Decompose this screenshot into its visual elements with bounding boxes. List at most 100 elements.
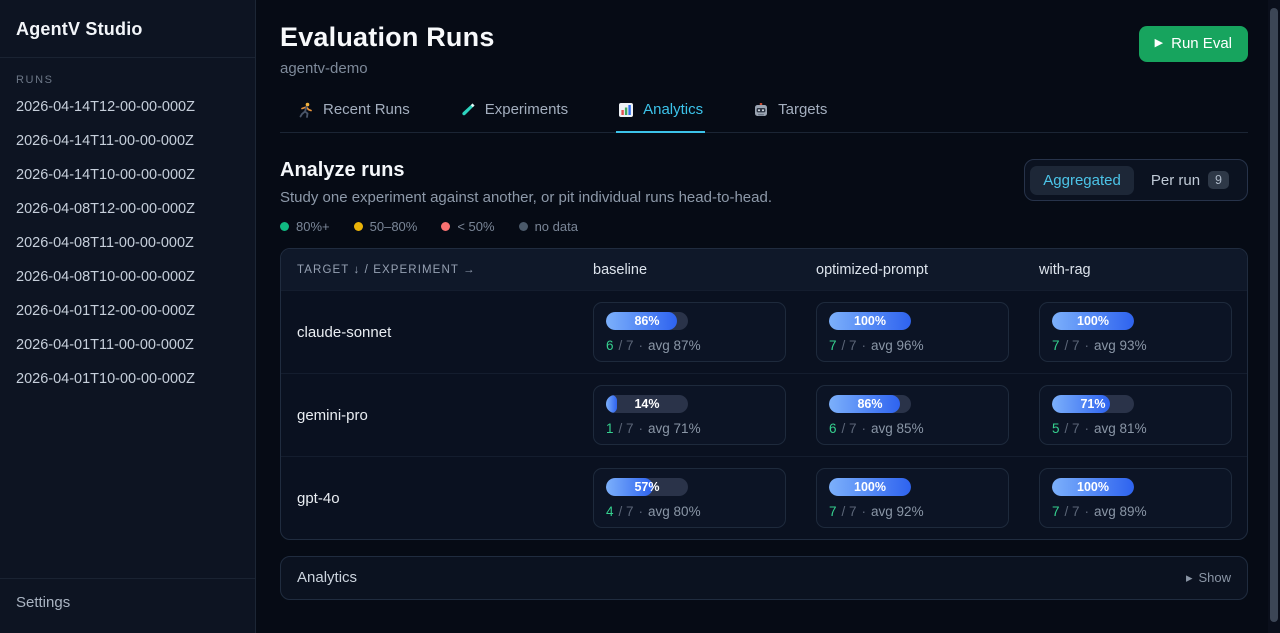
matrix-cell[interactable]: 100% 7 / 7 · avg 89% xyxy=(1039,468,1232,528)
legend-label: 50–80% xyxy=(370,219,418,234)
tab-label: Analytics xyxy=(643,101,703,118)
legend-dot-gray xyxy=(519,222,528,231)
cell-stats: 6 / 7 · avg 87% xyxy=(606,338,773,353)
avg-score: avg 92% xyxy=(871,504,924,519)
settings-link[interactable]: Settings xyxy=(0,578,255,633)
play-icon: ▶ xyxy=(1155,38,1163,49)
pass-rate-pill: 100% xyxy=(1052,312,1134,330)
pass-rate-pill: 71% xyxy=(1052,395,1134,413)
run-list-item[interactable]: 2026-04-08T10-00-00-000Z xyxy=(0,260,255,294)
total-count: / 7 xyxy=(1065,504,1080,519)
per-run-count-badge: 9 xyxy=(1208,171,1229,189)
legend-label: < 50% xyxy=(457,219,494,234)
matrix-cell[interactable]: 100% 7 / 7 · avg 92% xyxy=(816,468,1009,528)
target-label: gpt-4o xyxy=(297,490,593,507)
legend-label: 80%+ xyxy=(296,219,330,234)
analytics-panel: Analytics ▸ Show xyxy=(280,556,1248,600)
test-tube-icon xyxy=(460,102,476,118)
chevron-right-icon: ▸ xyxy=(1186,570,1193,586)
tab-label: Targets xyxy=(778,101,827,118)
matrix-cell[interactable]: 57% 4 / 7 · avg 80% xyxy=(593,468,786,528)
passed-count: 6 xyxy=(606,338,614,353)
total-count: / 7 xyxy=(842,338,857,353)
pass-rate-label: 86% xyxy=(606,312,688,330)
tab-bar: Recent Runs Experiments Analytics xyxy=(280,101,1248,133)
legend-item: 50–80% xyxy=(354,219,418,234)
matrix-cell[interactable]: 14% 1 / 7 · avg 71% xyxy=(593,385,786,445)
show-analytics-button[interactable]: ▸ Show xyxy=(1186,570,1231,586)
avg-score: avg 81% xyxy=(1094,421,1147,436)
pass-rate-label: 71% xyxy=(1052,395,1134,413)
matrix-header-row: TARGET ↓ / EXPERIMENT → baseline optimiz… xyxy=(281,249,1247,290)
separator: · xyxy=(639,421,644,436)
target-label: gemini-pro xyxy=(297,407,593,424)
tab-experiments[interactable]: Experiments xyxy=(458,101,570,133)
passed-count: 7 xyxy=(1052,338,1060,353)
run-list-item[interactable]: 2026-04-08T12-00-00-000Z xyxy=(0,192,255,226)
tab-label: Recent Runs xyxy=(323,101,410,118)
robot-icon xyxy=(753,102,769,118)
bar-chart-icon xyxy=(618,102,634,118)
matrix-target-row: claude-sonnet 86% 6 / 7 · avg 87% 100% xyxy=(281,290,1247,373)
pass-rate-pill: 14% xyxy=(606,395,688,413)
scrollbar-track[interactable] xyxy=(1268,0,1280,633)
run-list-item[interactable]: 2026-04-14T10-00-00-000Z xyxy=(0,158,255,192)
avg-score: avg 80% xyxy=(648,504,701,519)
avg-score: avg 87% xyxy=(648,338,701,353)
matrix-cell[interactable]: 86% 6 / 7 · avg 87% xyxy=(593,302,786,362)
run-list-item[interactable]: 2026-04-01T12-00-00-000Z xyxy=(0,294,255,328)
main-content: Evaluation Runs agentv-demo ▶ Run Eval R… xyxy=(256,0,1280,633)
run-list-item[interactable]: 2026-04-14T12-00-00-000Z xyxy=(0,90,255,124)
cell-stats: 7 / 7 · avg 96% xyxy=(829,338,996,353)
app-title: AgentV Studio xyxy=(0,0,255,58)
matrix-cell[interactable]: 100% 7 / 7 · avg 96% xyxy=(816,302,1009,362)
total-count: / 7 xyxy=(619,338,634,353)
tab-recent-runs[interactable]: Recent Runs xyxy=(296,101,412,133)
toggle-per-run[interactable]: Per run 9 xyxy=(1138,165,1242,195)
matrix-target-row: gemini-pro 14% 1 / 7 · avg 71% 86% xyxy=(281,373,1247,456)
cell-stats: 7 / 7 · avg 93% xyxy=(1052,338,1219,353)
passed-count: 7 xyxy=(1052,504,1060,519)
passed-count: 5 xyxy=(1052,421,1060,436)
tab-targets[interactable]: Targets xyxy=(751,101,829,133)
matrix-cell[interactable]: 71% 5 / 7 · avg 81% xyxy=(1039,385,1232,445)
run-list-item[interactable]: 2026-04-14T11-00-00-000Z xyxy=(0,124,255,158)
separator: · xyxy=(1085,338,1090,353)
toggle-aggregated[interactable]: Aggregated xyxy=(1030,166,1134,195)
passed-count: 6 xyxy=(829,421,837,436)
run-list-item[interactable]: 2026-04-01T10-00-00-000Z xyxy=(0,362,255,396)
results-matrix: TARGET ↓ / EXPERIMENT → baseline optimiz… xyxy=(280,248,1248,540)
scrollbar-thumb[interactable] xyxy=(1270,8,1278,622)
legend-dot-red xyxy=(441,222,450,231)
show-label: Show xyxy=(1198,570,1231,585)
total-count: / 7 xyxy=(619,504,634,519)
separator: · xyxy=(1085,421,1090,436)
passed-count: 1 xyxy=(606,421,614,436)
matrix-cell[interactable]: 100% 7 / 7 · avg 93% xyxy=(1039,302,1232,362)
legend-item: no data xyxy=(519,219,578,234)
run-eval-button[interactable]: ▶ Run Eval xyxy=(1139,26,1248,62)
pass-rate-label: 100% xyxy=(829,478,911,496)
tab-analytics[interactable]: Analytics xyxy=(616,101,705,133)
pass-rate-legend: 80%+ 50–80% < 50% no data xyxy=(280,219,1248,234)
view-mode-toggle: Aggregated Per run 9 xyxy=(1024,159,1248,201)
total-count: / 7 xyxy=(619,421,634,436)
passed-count: 7 xyxy=(829,338,837,353)
run-list-item[interactable]: 2026-04-01T11-00-00-000Z xyxy=(0,328,255,362)
total-count: / 7 xyxy=(842,421,857,436)
avg-score: avg 96% xyxy=(871,338,924,353)
pass-rate-pill: 100% xyxy=(829,478,911,496)
matrix-cell[interactable]: 86% 6 / 7 · avg 85% xyxy=(816,385,1009,445)
analytics-panel-title: Analytics xyxy=(297,569,357,586)
separator: · xyxy=(862,338,867,353)
experiment-column-header: with-rag xyxy=(1039,262,1231,278)
experiment-column-header: optimized-prompt xyxy=(816,262,1039,278)
page-header: Evaluation Runs agentv-demo ▶ Run Eval xyxy=(280,22,1248,77)
legend-dot-green xyxy=(280,222,289,231)
pass-rate-label: 14% xyxy=(606,395,688,413)
runner-icon xyxy=(298,102,314,118)
pass-rate-pill: 100% xyxy=(829,312,911,330)
run-eval-label: Run Eval xyxy=(1171,35,1232,52)
run-list-item[interactable]: 2026-04-08T11-00-00-000Z xyxy=(0,226,255,260)
separator: · xyxy=(862,421,867,436)
